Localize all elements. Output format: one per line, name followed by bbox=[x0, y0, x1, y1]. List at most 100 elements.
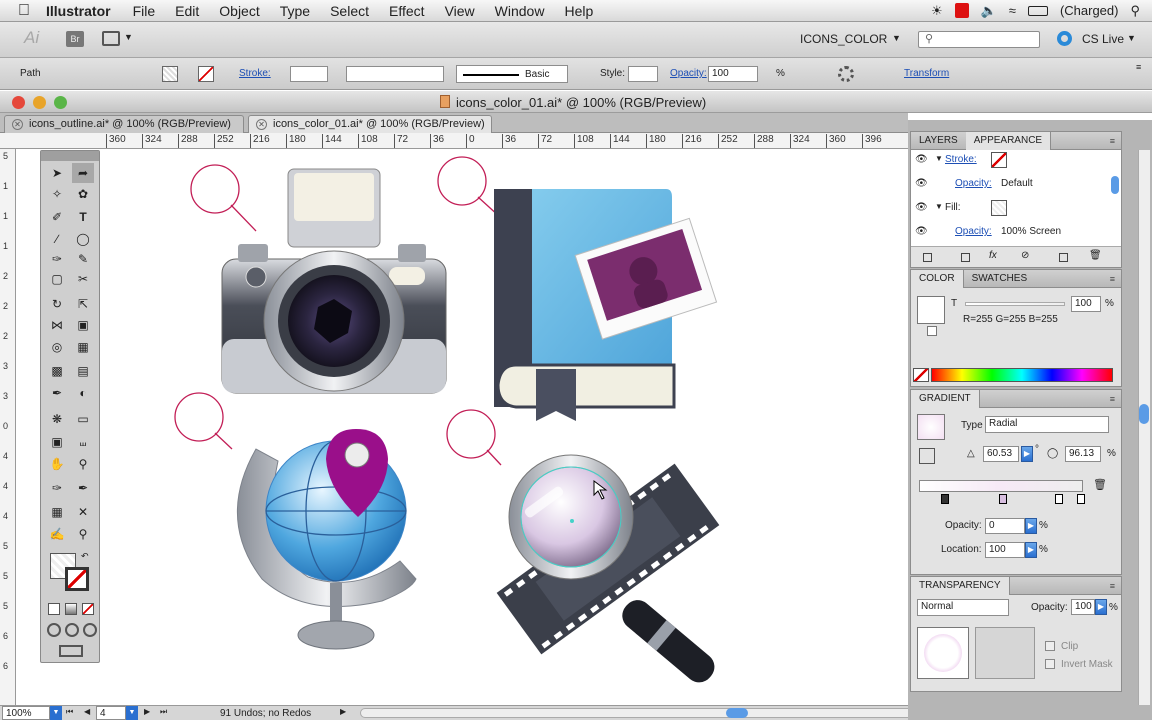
transparency-opacity-arrow[interactable]: ▶ bbox=[1095, 599, 1107, 615]
blend-tool-icon[interactable]: ◐ bbox=[72, 383, 94, 403]
gradient-preview-swatch[interactable] bbox=[917, 414, 945, 440]
gradient-aspect-field[interactable]: 96.13 bbox=[1065, 446, 1101, 462]
chevron-down-icon[interactable]: ▼ bbox=[124, 32, 133, 42]
zoom-window-button[interactable] bbox=[54, 96, 67, 109]
chevron-down-icon[interactable]: ▼ bbox=[1127, 33, 1136, 43]
vertical-scroll-thumb[interactable] bbox=[1139, 404, 1149, 424]
color-mode-color[interactable] bbox=[48, 603, 60, 615]
direct-selection-tool-icon[interactable]: ➦ bbox=[72, 163, 94, 183]
wifi-icon[interactable]: ≈ bbox=[1009, 3, 1016, 18]
free-transform-tool-icon[interactable]: ▣ bbox=[72, 315, 94, 335]
swap-fill-stroke-icon[interactable]: ↶ bbox=[81, 551, 89, 562]
artboard-dropdown-arrow[interactable]: ▼ bbox=[126, 706, 138, 720]
artboard-field[interactable]: 4 Cam bbox=[96, 706, 126, 720]
globe-icon[interactable] bbox=[236, 429, 417, 650]
stroke-label[interactable]: Stroke: bbox=[239, 68, 271, 79]
panel-menu-icon[interactable]: ≡ bbox=[1110, 394, 1115, 404]
transparency-thumbnail[interactable] bbox=[917, 627, 969, 679]
stroke-row-swatch[interactable] bbox=[991, 152, 1007, 168]
close-tab-icon[interactable]: ✕ bbox=[256, 119, 267, 130]
next-artboard-button[interactable]: ▶ bbox=[144, 707, 150, 716]
pencil-tool-icon[interactable]: ✎ bbox=[72, 249, 94, 269]
menu-view[interactable]: View bbox=[435, 3, 485, 19]
shape-builder-tool-icon[interactable]: ◎ bbox=[46, 337, 68, 357]
stroke-color-swatch[interactable] bbox=[65, 567, 89, 591]
horizontal-scroll-thumb[interactable] bbox=[726, 708, 748, 718]
fill-swatch[interactable] bbox=[162, 66, 178, 82]
book-icon[interactable] bbox=[494, 189, 718, 421]
minimize-window-button[interactable] bbox=[33, 96, 46, 109]
menu-type[interactable]: Type bbox=[270, 3, 320, 19]
duplicate-item-icon[interactable] bbox=[1059, 253, 1068, 262]
color-mode-gradient[interactable] bbox=[65, 603, 77, 615]
clear-appearance-icon[interactable]: ⊘ bbox=[1021, 250, 1029, 261]
gradient-angle-field[interactable]: 60.53 bbox=[983, 446, 1019, 462]
ellipse-tool-icon[interactable]: ◯ bbox=[72, 229, 94, 249]
type-tool-icon[interactable]: T bbox=[72, 207, 94, 227]
last-artboard-button[interactable]: ⏭ bbox=[160, 707, 167, 717]
symbol-sprayer-tool-icon[interactable]: ❋ bbox=[46, 409, 68, 429]
line-tool-icon[interactable]: ∕ bbox=[46, 229, 68, 249]
scissors-tool-icon[interactable]: ✂ bbox=[72, 269, 94, 289]
app-name[interactable]: Illustrator bbox=[40, 3, 123, 19]
magnifier-film-icon[interactable] bbox=[496, 454, 720, 688]
apple-icon[interactable]:  bbox=[18, 2, 40, 20]
draw-normal-icon[interactable] bbox=[47, 623, 61, 637]
hand-alt-tool-icon[interactable]: ✍ bbox=[46, 524, 68, 544]
gradient-stop[interactable] bbox=[1077, 494, 1085, 504]
disclosure-triangle-icon[interactable]: ▼ bbox=[935, 202, 943, 211]
zoom-alt-tool-icon[interactable]: ⚲ bbox=[72, 524, 94, 544]
first-artboard-button[interactable]: ⏮ bbox=[66, 707, 73, 717]
menu-file[interactable]: File bbox=[123, 3, 166, 19]
column-graph-tool-icon[interactable]: ▭ bbox=[72, 409, 94, 429]
brightness-icon[interactable]: ☀ bbox=[931, 3, 943, 19]
blend-mode-select[interactable]: Normal bbox=[917, 599, 1009, 616]
color-fill-preview[interactable] bbox=[917, 296, 945, 324]
gradient-location-field[interactable]: 100 bbox=[985, 542, 1025, 558]
delete-item-icon[interactable]: 🗑 bbox=[1089, 250, 1102, 261]
chevron-down-icon[interactable]: ▼ bbox=[892, 33, 901, 43]
menu-select[interactable]: Select bbox=[320, 3, 379, 19]
menu-edit[interactable]: Edit bbox=[165, 3, 209, 19]
add-new-fill-icon[interactable] bbox=[961, 253, 970, 262]
opacity-label[interactable]: Opacity: bbox=[670, 68, 707, 79]
tab-color[interactable]: COLOR bbox=[911, 269, 964, 288]
variable-width-profile[interactable] bbox=[346, 66, 444, 82]
tint-value-field[interactable]: 100 bbox=[1071, 296, 1101, 312]
mesh-tool-icon[interactable]: ▩ bbox=[46, 361, 68, 381]
knife-tool-icon[interactable]: ✒ bbox=[72, 478, 94, 498]
draw-behind-icon[interactable] bbox=[65, 623, 79, 637]
gradient-opacity-arrow[interactable]: ▶ bbox=[1025, 518, 1037, 534]
magic-wand-tool-icon[interactable]: ✧ bbox=[46, 184, 68, 204]
color-stroke-preview[interactable] bbox=[927, 326, 937, 336]
panel-menu-icon[interactable]: ≡ bbox=[1110, 136, 1115, 146]
add-effect-icon[interactable]: fx bbox=[989, 250, 997, 261]
vertical-ruler[interactable]: 5 1 1 1 2 2 2 3 3 0 4 4 4 5 5 5 6 6 bbox=[0, 149, 16, 705]
gradient-type-select[interactable]: Radial bbox=[985, 416, 1109, 433]
paintbrush-tool-icon[interactable]: ✑ bbox=[46, 249, 68, 269]
fill-row-label[interactable]: Fill: bbox=[945, 202, 961, 213]
visibility-eye-icon[interactable]: 👁 bbox=[915, 202, 928, 213]
brush-definition[interactable]: Basic bbox=[456, 65, 568, 83]
color-mode-none[interactable] bbox=[82, 603, 94, 615]
visibility-eye-icon[interactable]: 👁 bbox=[915, 154, 928, 165]
tab-appearance[interactable]: APPEARANCE bbox=[965, 131, 1052, 150]
reverse-gradient-icon[interactable] bbox=[919, 448, 935, 464]
appearance-scroll-thumb[interactable] bbox=[1111, 176, 1119, 194]
slice-tool-icon[interactable]: ⧢ bbox=[72, 432, 94, 452]
gradient-stop[interactable] bbox=[1055, 494, 1063, 504]
zoom-tool-icon[interactable]: ⚲ bbox=[72, 454, 94, 474]
transform-link[interactable]: Transform bbox=[904, 68, 949, 79]
rotate-tool-icon[interactable]: ↻ bbox=[46, 294, 68, 314]
close-tab-icon[interactable]: ✕ bbox=[12, 119, 23, 130]
none-swatch-icon[interactable] bbox=[913, 368, 929, 382]
eraser-tool-icon[interactable]: ▢ bbox=[46, 269, 68, 289]
fill-row-swatch[interactable] bbox=[991, 200, 1007, 216]
camera-icon[interactable] bbox=[221, 168, 447, 394]
stroke-row-label[interactable]: Stroke: bbox=[945, 154, 977, 165]
add-new-stroke-icon[interactable] bbox=[923, 253, 932, 262]
delete-stop-icon[interactable]: 🗑 bbox=[1093, 478, 1107, 491]
hand-tool-icon[interactable]: ✋ bbox=[46, 454, 68, 474]
spotlight-icon[interactable]: ⚲ bbox=[1130, 3, 1140, 19]
draw-inside-icon[interactable] bbox=[83, 623, 97, 637]
